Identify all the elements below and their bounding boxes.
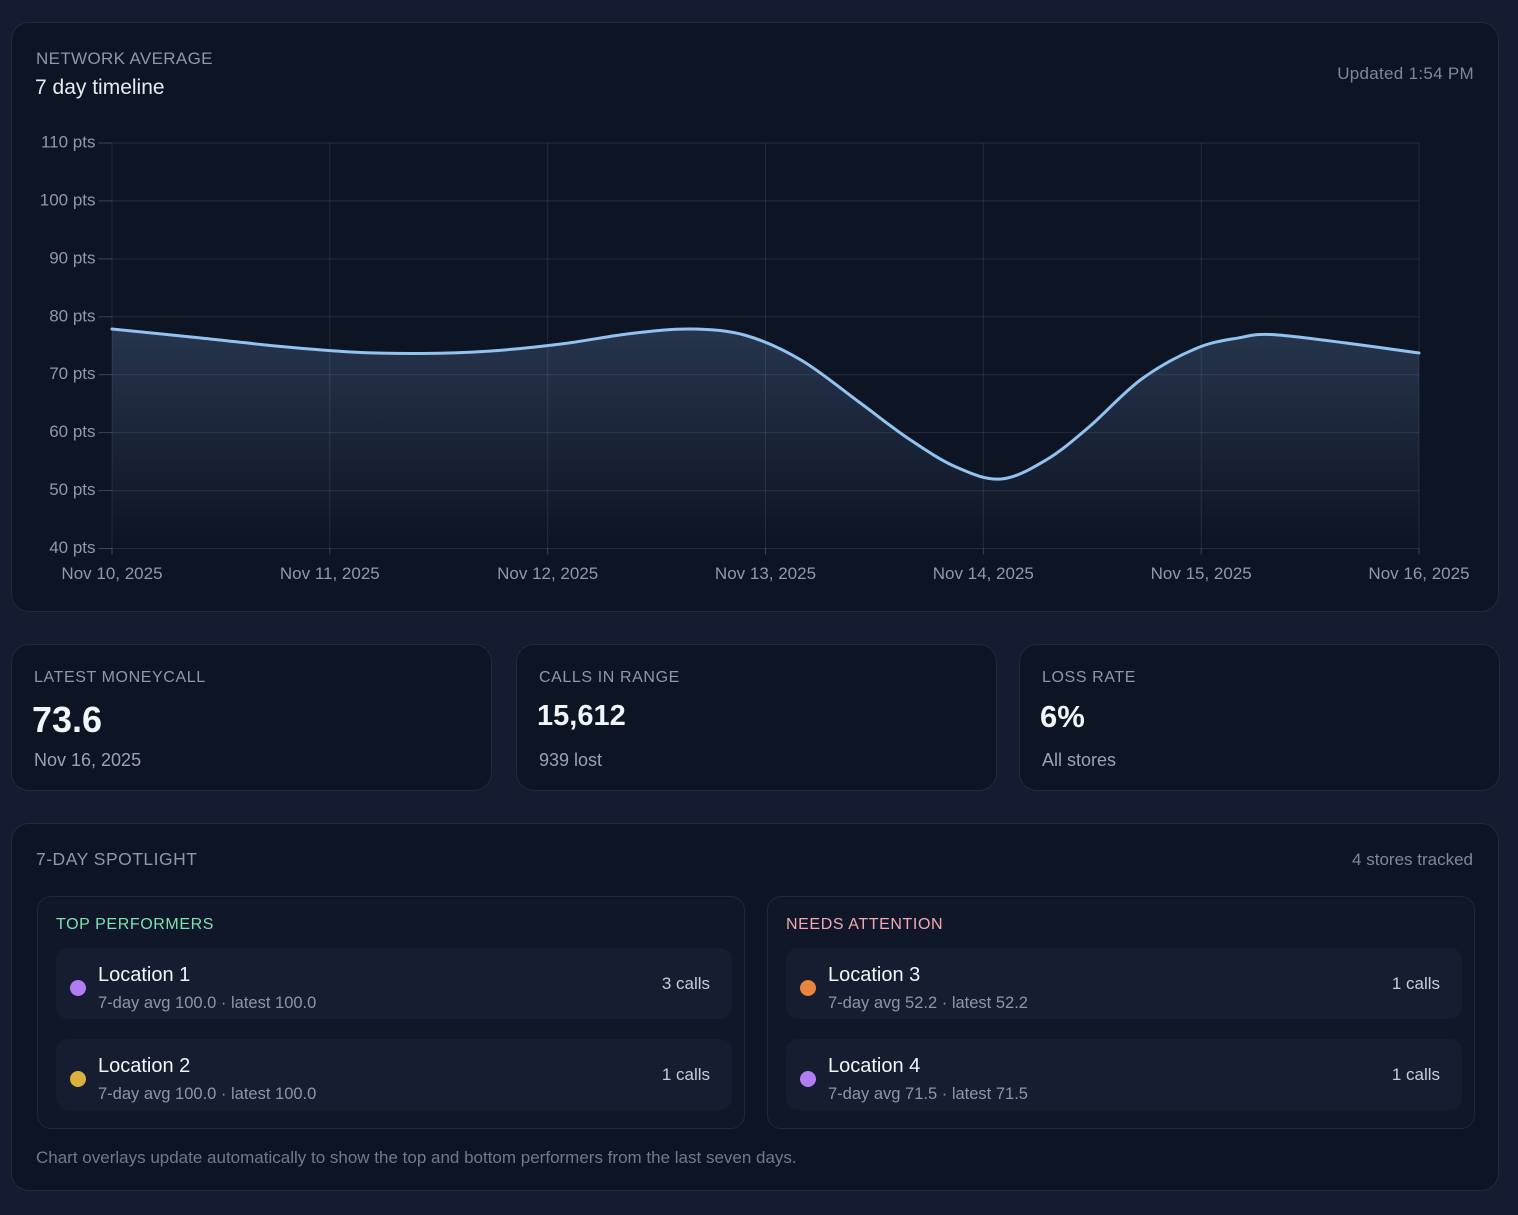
- svg-text:50 pts: 50 pts: [49, 480, 95, 499]
- svg-text:Nov 11, 2025: Nov 11, 2025: [280, 564, 380, 583]
- svg-text:Nov 12, 2025: Nov 12, 2025: [497, 564, 598, 583]
- svg-text:100 pts: 100 pts: [40, 190, 96, 209]
- svg-text:40 pts: 40 pts: [49, 538, 95, 557]
- svg-text:90 pts: 90 pts: [49, 248, 95, 267]
- svg-text:80 pts: 80 pts: [49, 306, 95, 325]
- svg-text:Nov 10, 2025: Nov 10, 2025: [61, 564, 162, 583]
- svg-text:110 pts: 110 pts: [41, 133, 96, 152]
- svg-text:70 pts: 70 pts: [49, 364, 95, 383]
- svg-text:Nov 14, 2025: Nov 14, 2025: [933, 564, 1034, 583]
- svg-text:60 pts: 60 pts: [49, 422, 95, 441]
- svg-text:Nov 16, 2025: Nov 16, 2025: [1368, 564, 1469, 583]
- svg-text:Nov 13, 2025: Nov 13, 2025: [715, 564, 816, 583]
- svg-text:Nov 15, 2025: Nov 15, 2025: [1151, 564, 1252, 583]
